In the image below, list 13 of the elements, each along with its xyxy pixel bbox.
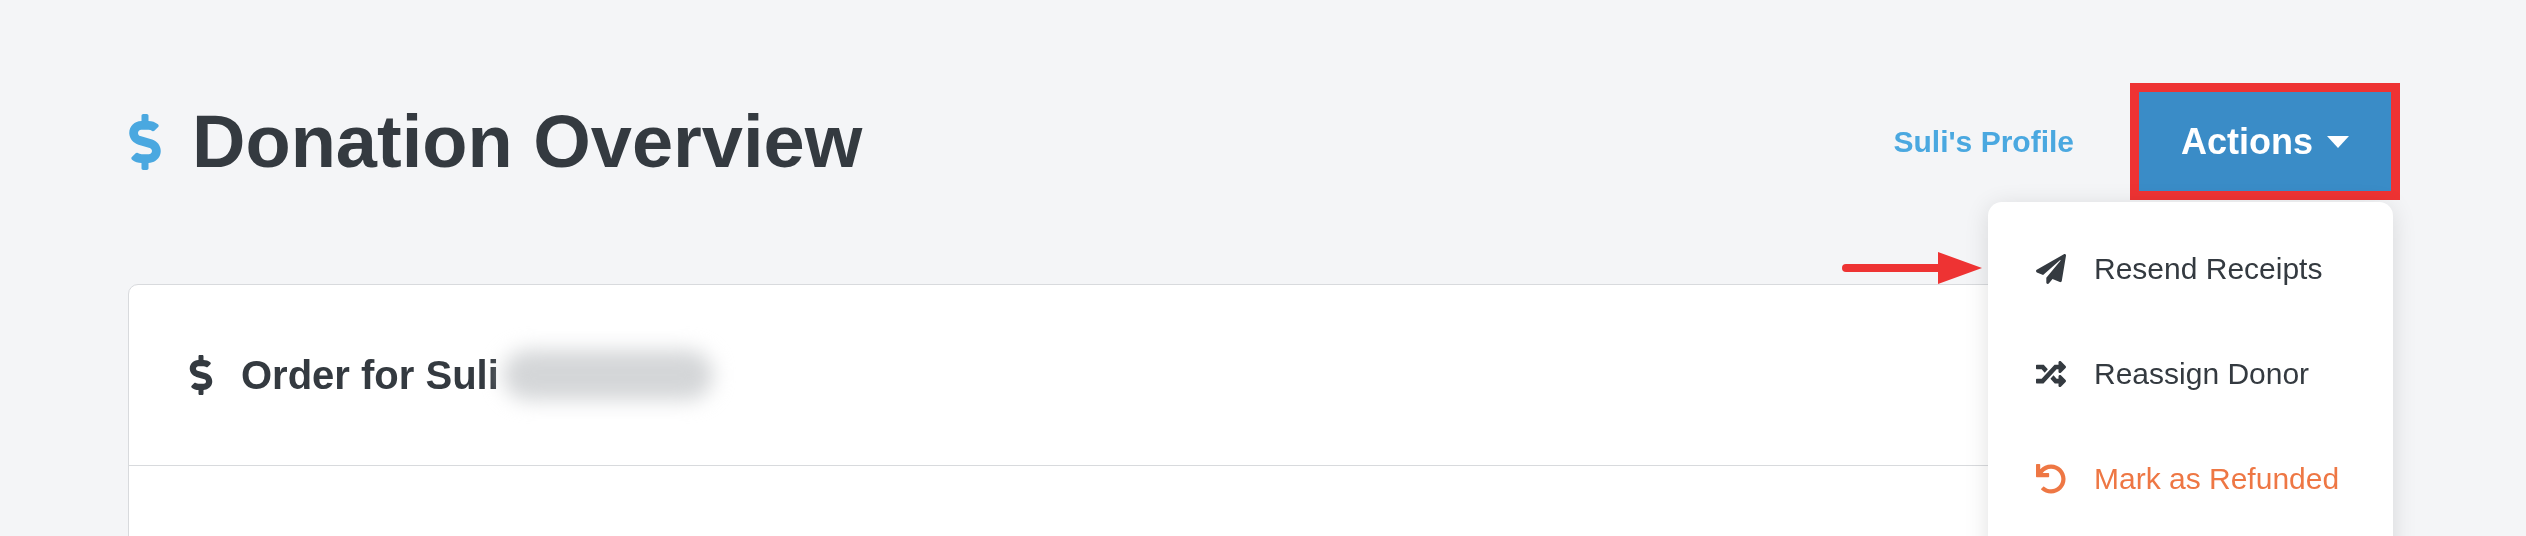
menu-item[interactable]: Reassign Donor [1988, 321, 2393, 426]
menu-item[interactable]: Mark as Refunded [1988, 426, 2393, 531]
paper-plane-icon [2036, 253, 2066, 284]
profile-link[interactable]: Suli's Profile [1893, 119, 2074, 164]
dollar-icon [189, 355, 213, 395]
undo-icon [2036, 463, 2066, 494]
card-title: Order for Suli [241, 352, 499, 399]
shuffle-icon [2036, 358, 2066, 389]
dollar-icon [128, 113, 162, 170]
actions-button[interactable]: Actions [2130, 83, 2400, 200]
caret-icon [2327, 135, 2349, 148]
page-title: Donation Overview [192, 99, 863, 185]
menu-item[interactable]: Resend Receipts [1988, 216, 2393, 321]
